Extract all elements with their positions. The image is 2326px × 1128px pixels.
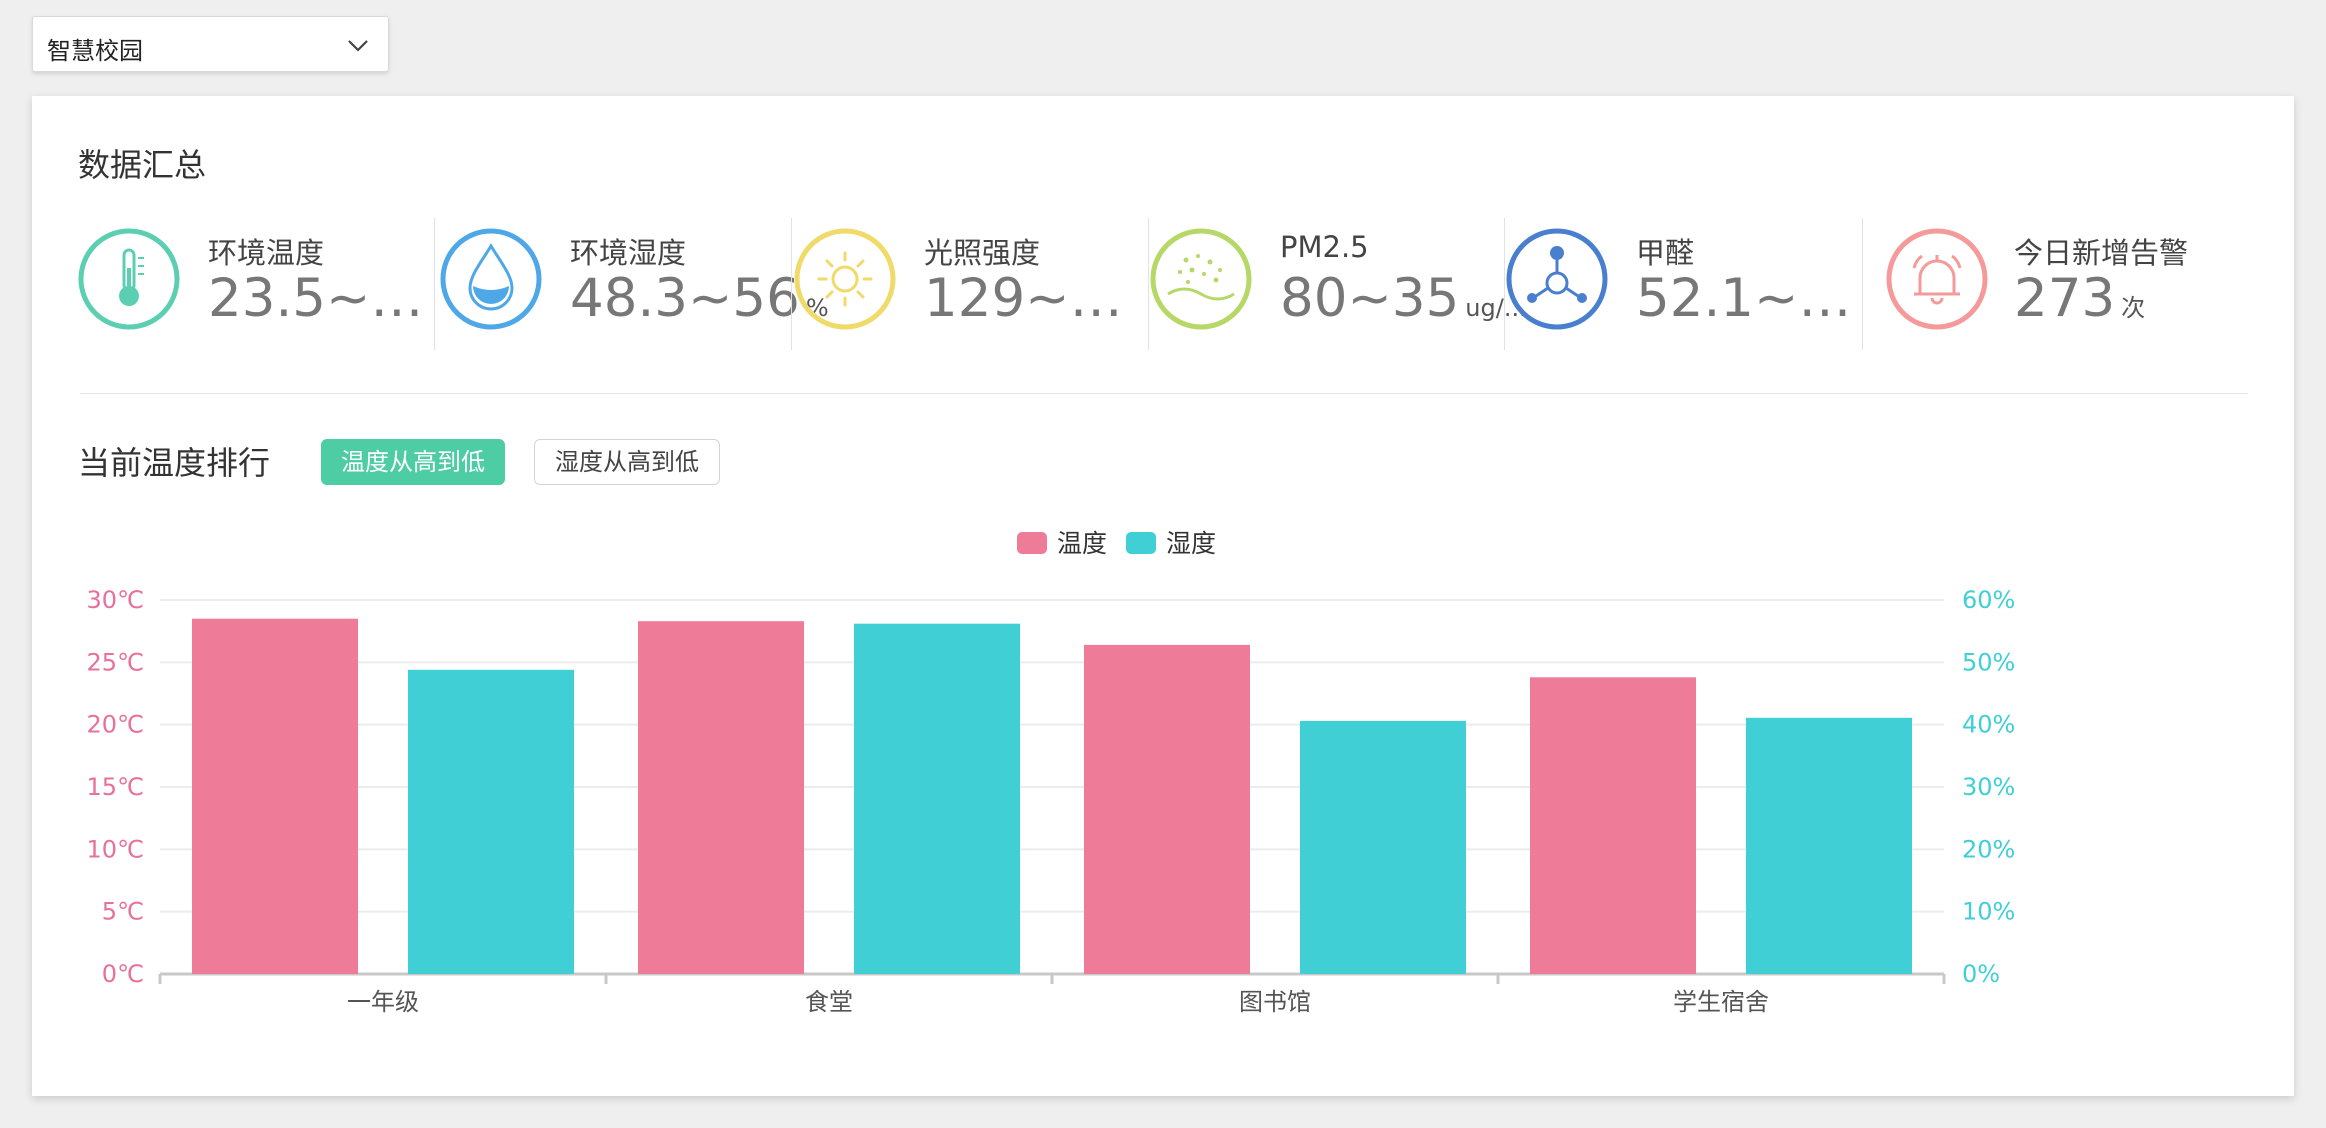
campus-select[interactable]: 智慧校园: [32, 16, 389, 72]
y-right-tick-label: 40%: [1962, 711, 2015, 739]
y-left-tick-label: 10℃: [87, 835, 145, 863]
legend-swatch: [1126, 532, 1156, 554]
bar-temperature: [638, 621, 804, 974]
bar-humidity: [854, 623, 1020, 974]
bar-temperature: [192, 618, 358, 974]
y-right-tick-label: 60%: [1962, 586, 2015, 614]
x-tick-label: 食堂: [805, 988, 853, 1016]
y-right-tick-label: 50%: [1962, 648, 2015, 676]
dashboard-card: 数据汇总 环境温度 23.5~31... 环境湿度: [32, 96, 2294, 1096]
legend-label: 温度: [1057, 529, 1107, 558]
x-tick-label: 一年级: [347, 988, 419, 1016]
bar-temperature: [1084, 644, 1250, 974]
y-right-tick-label: 30%: [1962, 773, 2015, 801]
chevron-down-icon: [348, 40, 368, 52]
y-right-tick-label: 20%: [1962, 835, 2015, 863]
temperature-humidity-chart: 0℃ 0% 5℃ 10% 10℃ 20% 15℃ 30% 20℃ 40% 25℃ 50% 30℃ 60% 一…: [87, 529, 2016, 1016]
x-tick-label: 学生宿舍: [1673, 988, 1769, 1016]
bar-humidity: [1746, 717, 1912, 974]
y-right-tick-label: 10%: [1962, 898, 2015, 926]
campus-select-value: 智慧校园: [47, 37, 143, 65]
bar-humidity: [1300, 720, 1466, 974]
y-right-tick-label: 0%: [1962, 960, 2000, 988]
y-left-tick-label: 0℃: [102, 960, 144, 988]
y-left-tick-label: 30℃: [87, 586, 145, 614]
y-left-tick-label: 5℃: [102, 898, 144, 926]
y-left-tick-label: 25℃: [87, 648, 145, 676]
legend-swatch: [1017, 532, 1047, 554]
legend-label: 湿度: [1166, 529, 1216, 558]
y-left-tick-label: 20℃: [87, 711, 145, 739]
bar-temperature: [1530, 677, 1696, 974]
x-tick-label: 图书馆: [1239, 988, 1311, 1016]
y-left-tick-label: 15℃: [87, 773, 145, 801]
bar-humidity: [408, 669, 574, 974]
